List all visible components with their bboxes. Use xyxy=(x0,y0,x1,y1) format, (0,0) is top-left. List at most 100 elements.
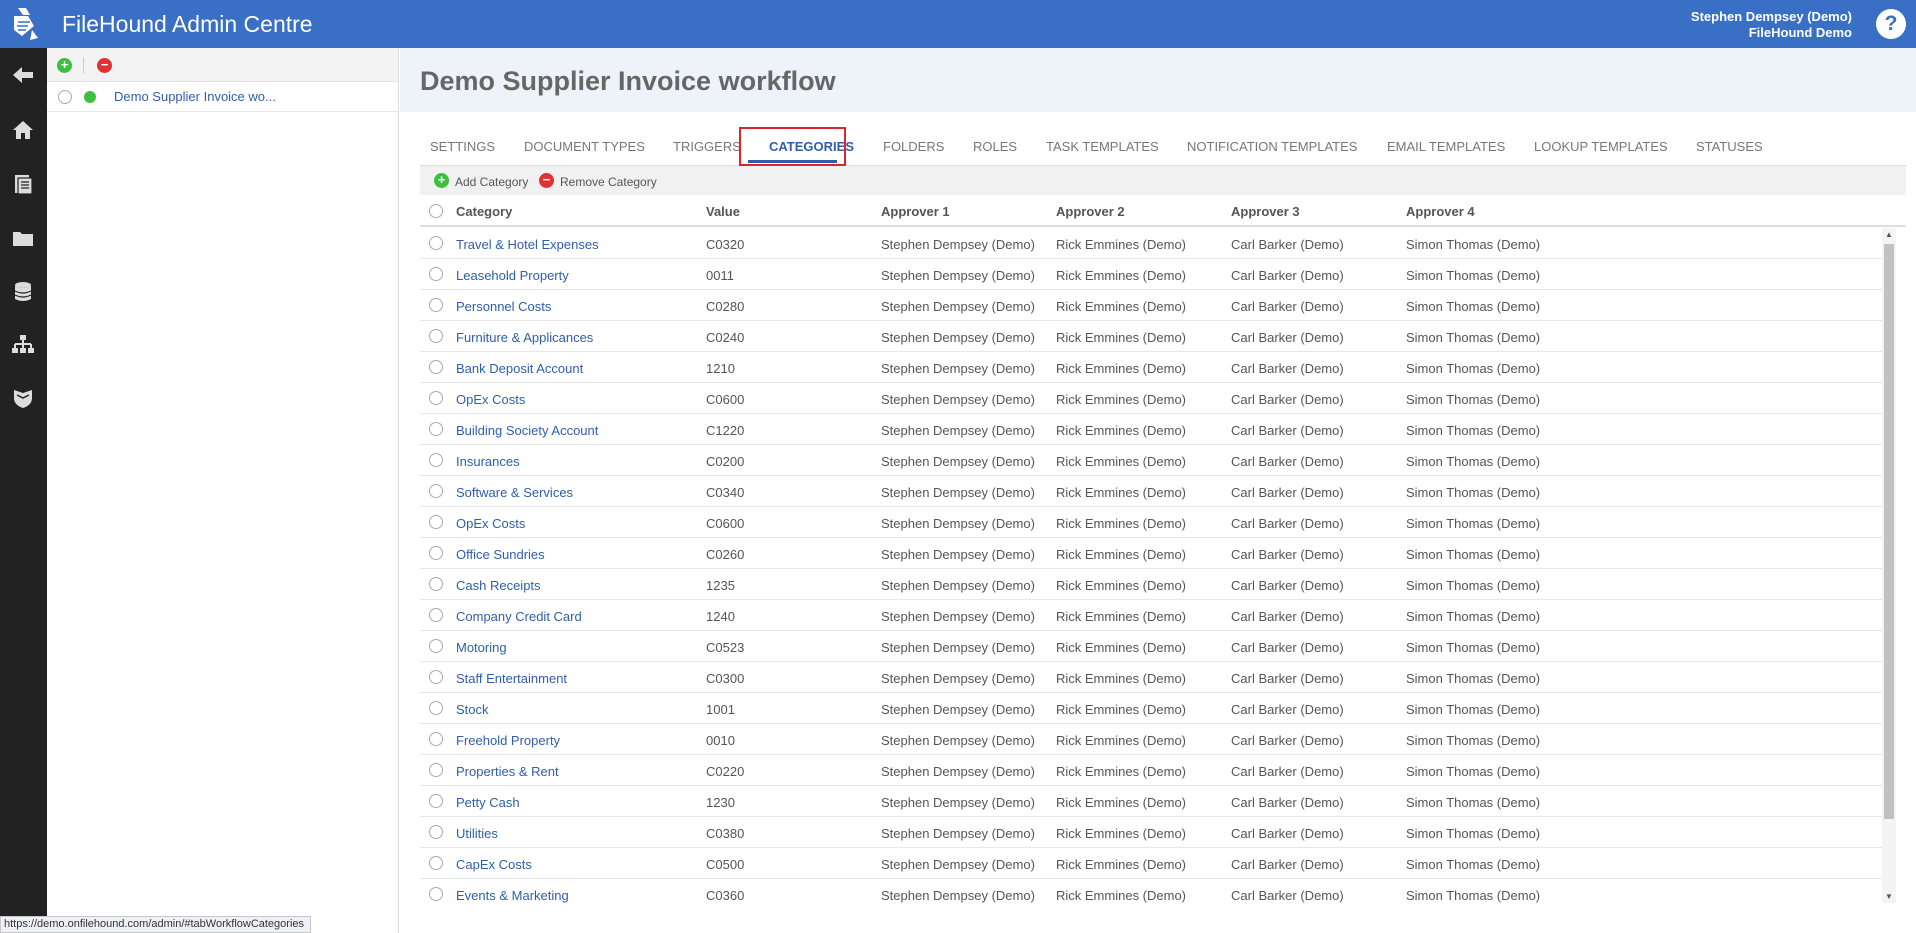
column-header-approver-1[interactable]: Approver 1 xyxy=(881,204,950,219)
cell-category[interactable]: Furniture & Applicances xyxy=(456,330,593,345)
cell-category[interactable]: Travel & Hotel Expenses xyxy=(456,237,599,252)
tab-email-templates[interactable]: EMAIL TEMPLATES xyxy=(1387,126,1505,166)
database-icon[interactable] xyxy=(11,280,35,304)
table-row[interactable]: Stock 1001 Stephen Dempsey (Demo) Rick Emmi… xyxy=(420,693,1886,724)
row-select-radio[interactable] xyxy=(429,546,443,560)
table-row[interactable]: Company Credit Card 1240 Stephen Dempsey (… xyxy=(420,600,1886,631)
cell-category[interactable]: Company Credit Card xyxy=(456,609,582,624)
home-icon[interactable] xyxy=(11,118,35,142)
table-row[interactable]: Petty Cash 1230 Stephen Dempsey (Demo) Rick… xyxy=(420,786,1886,817)
tab-lookup-templates[interactable]: LOOKUP TEMPLATES xyxy=(1534,126,1668,166)
table-row[interactable]: Properties & Rent C0220 Stephen Dempsey (D… xyxy=(420,755,1886,786)
table-row[interactable]: Travel & Hotel Expenses C0320 Stephen Demp… xyxy=(420,228,1886,259)
row-select-radio[interactable] xyxy=(429,329,443,343)
org-chart-icon[interactable] xyxy=(11,333,35,357)
tree-item-workflow[interactable]: Demo Supplier Invoice wo... xyxy=(47,82,398,112)
cell-category[interactable]: Events & Marketing xyxy=(456,888,569,903)
row-select-radio[interactable] xyxy=(429,267,443,281)
table-row[interactable]: Software & Services C0340 Stephen Dempsey … xyxy=(420,476,1886,507)
scrollbar-thumb[interactable] xyxy=(1884,244,1894,819)
tree-item-radio[interactable] xyxy=(58,90,72,104)
cell-category[interactable]: Petty Cash xyxy=(456,795,520,810)
cell-category[interactable]: Bank Deposit Account xyxy=(456,361,583,376)
column-header-approver-4[interactable]: Approver 4 xyxy=(1406,204,1475,219)
row-select-radio[interactable] xyxy=(429,887,443,901)
table-row[interactable]: OpEx Costs C0600 Stephen Dempsey (Demo) Ric… xyxy=(420,507,1886,538)
table-row[interactable]: OpEx Costs C0600 Stephen Dempsey (Demo) Ric… xyxy=(420,383,1886,414)
scroll-up-arrow-icon[interactable]: ▲ xyxy=(1885,230,1893,239)
row-select-radio[interactable] xyxy=(429,701,443,715)
user-info[interactable]: Stephen Dempsey (Demo) FileHound Demo xyxy=(1691,9,1852,41)
tree-item-label[interactable]: Demo Supplier Invoice wo... xyxy=(114,89,276,104)
table-row[interactable]: Staff Entertainment C0300 Stephen Dempsey … xyxy=(420,662,1886,693)
row-select-radio[interactable] xyxy=(429,360,443,374)
shield-icon[interactable] xyxy=(11,386,35,410)
add-category-icon[interactable]: + xyxy=(434,173,449,188)
remove-workflow-button[interactable]: − xyxy=(97,58,112,73)
cell-category[interactable]: Software & Services xyxy=(456,485,573,500)
row-select-radio[interactable] xyxy=(429,391,443,405)
table-row[interactable]: CapEx Costs C0500 Stephen Dempsey (Demo) Ri… xyxy=(420,848,1886,879)
remove-category-icon[interactable]: − xyxy=(539,173,554,188)
table-row[interactable]: Furniture & Applicances C0240 Stephen Demp… xyxy=(420,321,1886,352)
folder-icon[interactable] xyxy=(11,226,35,250)
table-row[interactable]: Personnel Costs C0280 Stephen Dempsey (Dem… xyxy=(420,290,1886,321)
remove-category-button[interactable]: Remove Category xyxy=(560,175,657,189)
cell-category[interactable]: Staff Entertainment xyxy=(456,671,567,686)
cell-category[interactable]: Leasehold Property xyxy=(456,268,569,283)
table-row[interactable]: Events & Marketing C0360 Stephen Dempsey (… xyxy=(420,879,1886,903)
row-select-radio[interactable] xyxy=(429,422,443,436)
tab-statuses[interactable]: STATUSES xyxy=(1696,126,1763,166)
cell-category[interactable]: Motoring xyxy=(456,640,507,655)
tab-document-types[interactable]: DOCUMENT TYPES xyxy=(524,126,645,166)
row-select-radio[interactable] xyxy=(429,763,443,777)
table-row[interactable]: Office Sundries C0260 Stephen Dempsey (Dem… xyxy=(420,538,1886,569)
row-select-radio[interactable] xyxy=(429,825,443,839)
table-row[interactable]: Building Society Account C1220 Stephen Dem… xyxy=(420,414,1886,445)
select-all-radio[interactable] xyxy=(429,204,443,218)
column-header-value[interactable]: Value xyxy=(706,204,740,219)
row-select-radio[interactable] xyxy=(429,732,443,746)
cell-category[interactable]: Stock xyxy=(456,702,489,717)
table-row[interactable]: Cash Receipts 1235 Stephen Dempsey (Demo) R… xyxy=(420,569,1886,600)
cell-category[interactable]: OpEx Costs xyxy=(456,392,525,407)
row-select-radio[interactable] xyxy=(429,577,443,591)
cell-category[interactable]: Freehold Property xyxy=(456,733,560,748)
back-arrow-icon[interactable] xyxy=(11,63,35,87)
column-header-approver-3[interactable]: Approver 3 xyxy=(1231,204,1300,219)
tab-roles[interactable]: ROLES xyxy=(973,126,1017,166)
cell-category[interactable]: CapEx Costs xyxy=(456,857,532,872)
add-workflow-button[interactable]: + xyxy=(57,58,72,73)
cell-category[interactable]: Properties & Rent xyxy=(456,764,559,779)
add-category-button[interactable]: Add Category xyxy=(455,175,528,189)
scroll-down-arrow-icon[interactable]: ▼ xyxy=(1885,892,1893,901)
row-select-radio[interactable] xyxy=(429,515,443,529)
grid-scrollbar[interactable]: ▲ ▼ xyxy=(1882,228,1896,903)
row-select-radio[interactable] xyxy=(429,670,443,684)
tab-task-templates[interactable]: TASK TEMPLATES xyxy=(1046,126,1159,166)
table-row[interactable]: Leasehold Property 0011 Stephen Dempsey (D… xyxy=(420,259,1886,290)
cell-category[interactable]: Building Society Account xyxy=(456,423,598,438)
tab-notification-templates[interactable]: NOTIFICATION TEMPLATES xyxy=(1187,126,1357,166)
cell-category[interactable]: Personnel Costs xyxy=(456,299,551,314)
cell-category[interactable]: Insurances xyxy=(456,454,520,469)
row-select-radio[interactable] xyxy=(429,453,443,467)
row-select-radio[interactable] xyxy=(429,608,443,622)
column-header-approver-2[interactable]: Approver 2 xyxy=(1056,204,1125,219)
column-header-category[interactable]: Category xyxy=(456,204,512,219)
tab-folders[interactable]: FOLDERS xyxy=(883,126,944,166)
cell-category[interactable]: Utilities xyxy=(456,826,498,841)
tab-triggers[interactable]: TRIGGERS xyxy=(673,126,741,166)
cell-category[interactable]: Cash Receipts xyxy=(456,578,541,593)
table-row[interactable]: Insurances C0200 Stephen Dempsey (Demo) Ric… xyxy=(420,445,1886,476)
row-select-radio[interactable] xyxy=(429,794,443,808)
help-button[interactable]: ? xyxy=(1876,9,1906,39)
row-select-radio[interactable] xyxy=(429,298,443,312)
row-select-radio[interactable] xyxy=(429,856,443,870)
row-select-radio[interactable] xyxy=(429,236,443,250)
filehound-logo-icon[interactable] xyxy=(8,6,40,42)
table-row[interactable]: Utilities C0380 Stephen Dempsey (Demo) Rick… xyxy=(420,817,1886,848)
row-select-radio[interactable] xyxy=(429,484,443,498)
table-row[interactable]: Freehold Property 0010 Stephen Dempsey (De… xyxy=(420,724,1886,755)
document-icon[interactable] xyxy=(11,172,35,196)
